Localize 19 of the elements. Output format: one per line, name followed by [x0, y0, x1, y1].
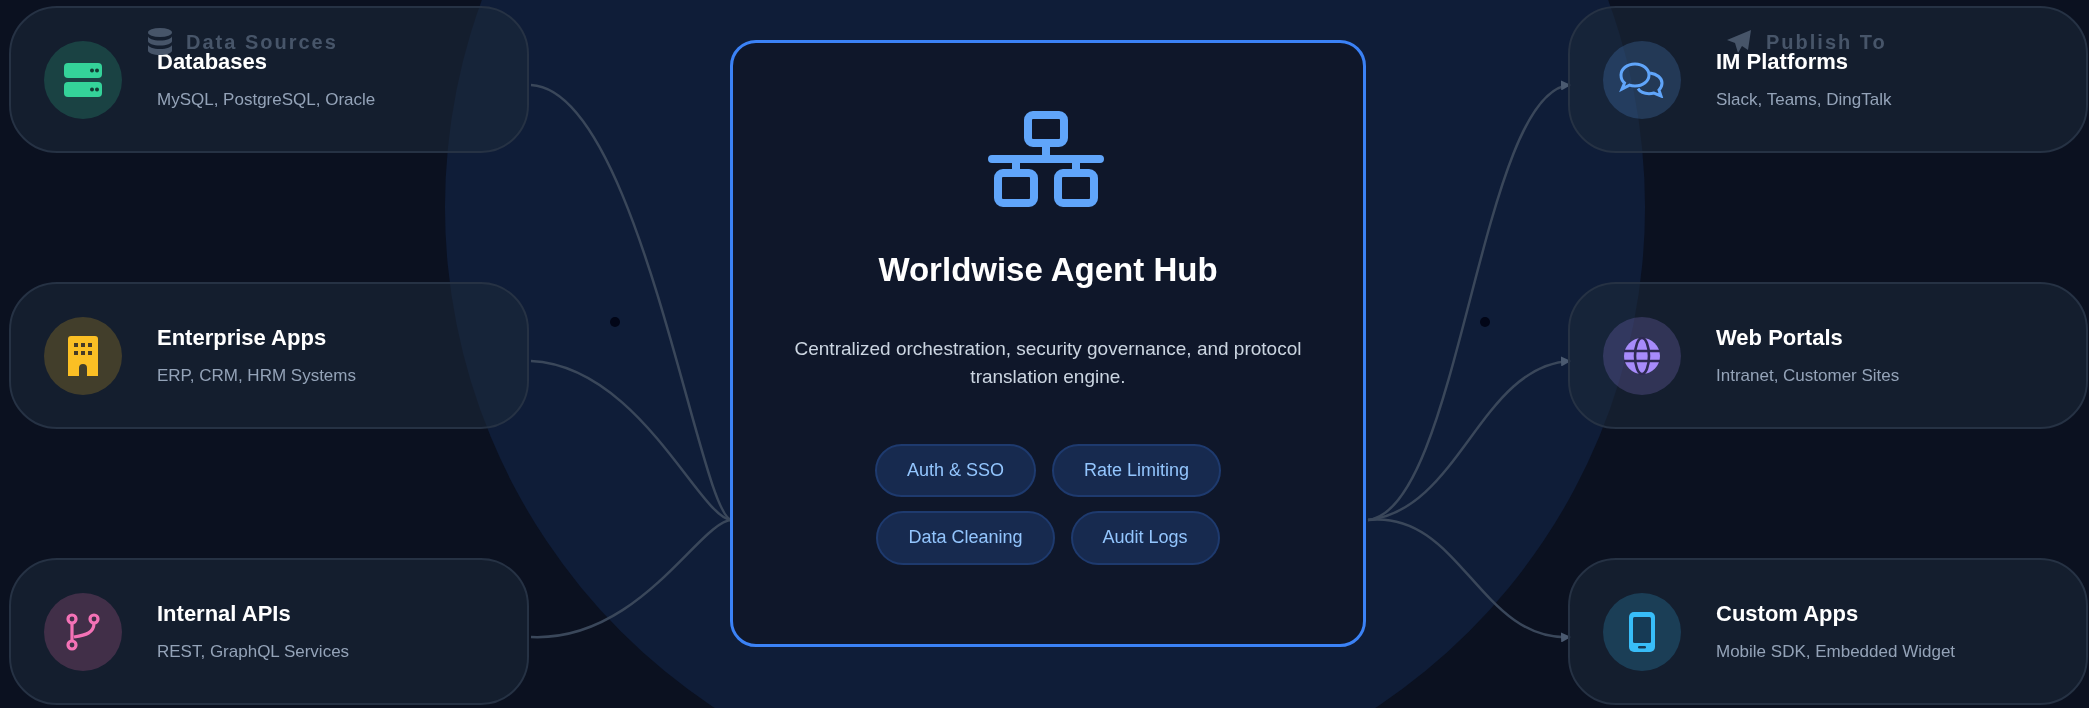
junction-dot — [1480, 317, 1490, 327]
node-subtitle: Slack, Teams, DingTalk — [1716, 89, 1892, 110]
node-title: Web Portals — [1716, 325, 1844, 352]
feature-tag: Rate Limiting — [1052, 443, 1222, 498]
feature-tag: Data Cleaning — [876, 511, 1055, 565]
paper-plane-icon — [1726, 29, 1752, 55]
feature-tag: Audit Logs — [1070, 511, 1220, 565]
node-subtitle: Intranet, Customer Sites — [1716, 365, 1900, 386]
node-title: Custom Apps — [1716, 601, 1860, 628]
node-subtitle: ERP, CRM, HRM Systems — [157, 365, 356, 386]
node-subtitle: Mobile SDK, Embedded Widget — [1716, 641, 1956, 662]
node-subtitle: MySQL, PostgreSQL, Oracle — [157, 89, 376, 110]
node-subtitle: REST, GraphQL Services — [157, 641, 350, 662]
node-title: Enterprise Apps — [157, 325, 328, 352]
hub-description: Centralized orchestration, security governance, and protocol translation engine. — [793, 336, 1303, 389]
node-title: Internal APIs — [157, 601, 292, 628]
junction-dot — [610, 317, 620, 327]
feature-tag: Auth & SSO — [874, 443, 1036, 498]
hub-title: Worldwise Agent Hub — [878, 250, 1218, 290]
